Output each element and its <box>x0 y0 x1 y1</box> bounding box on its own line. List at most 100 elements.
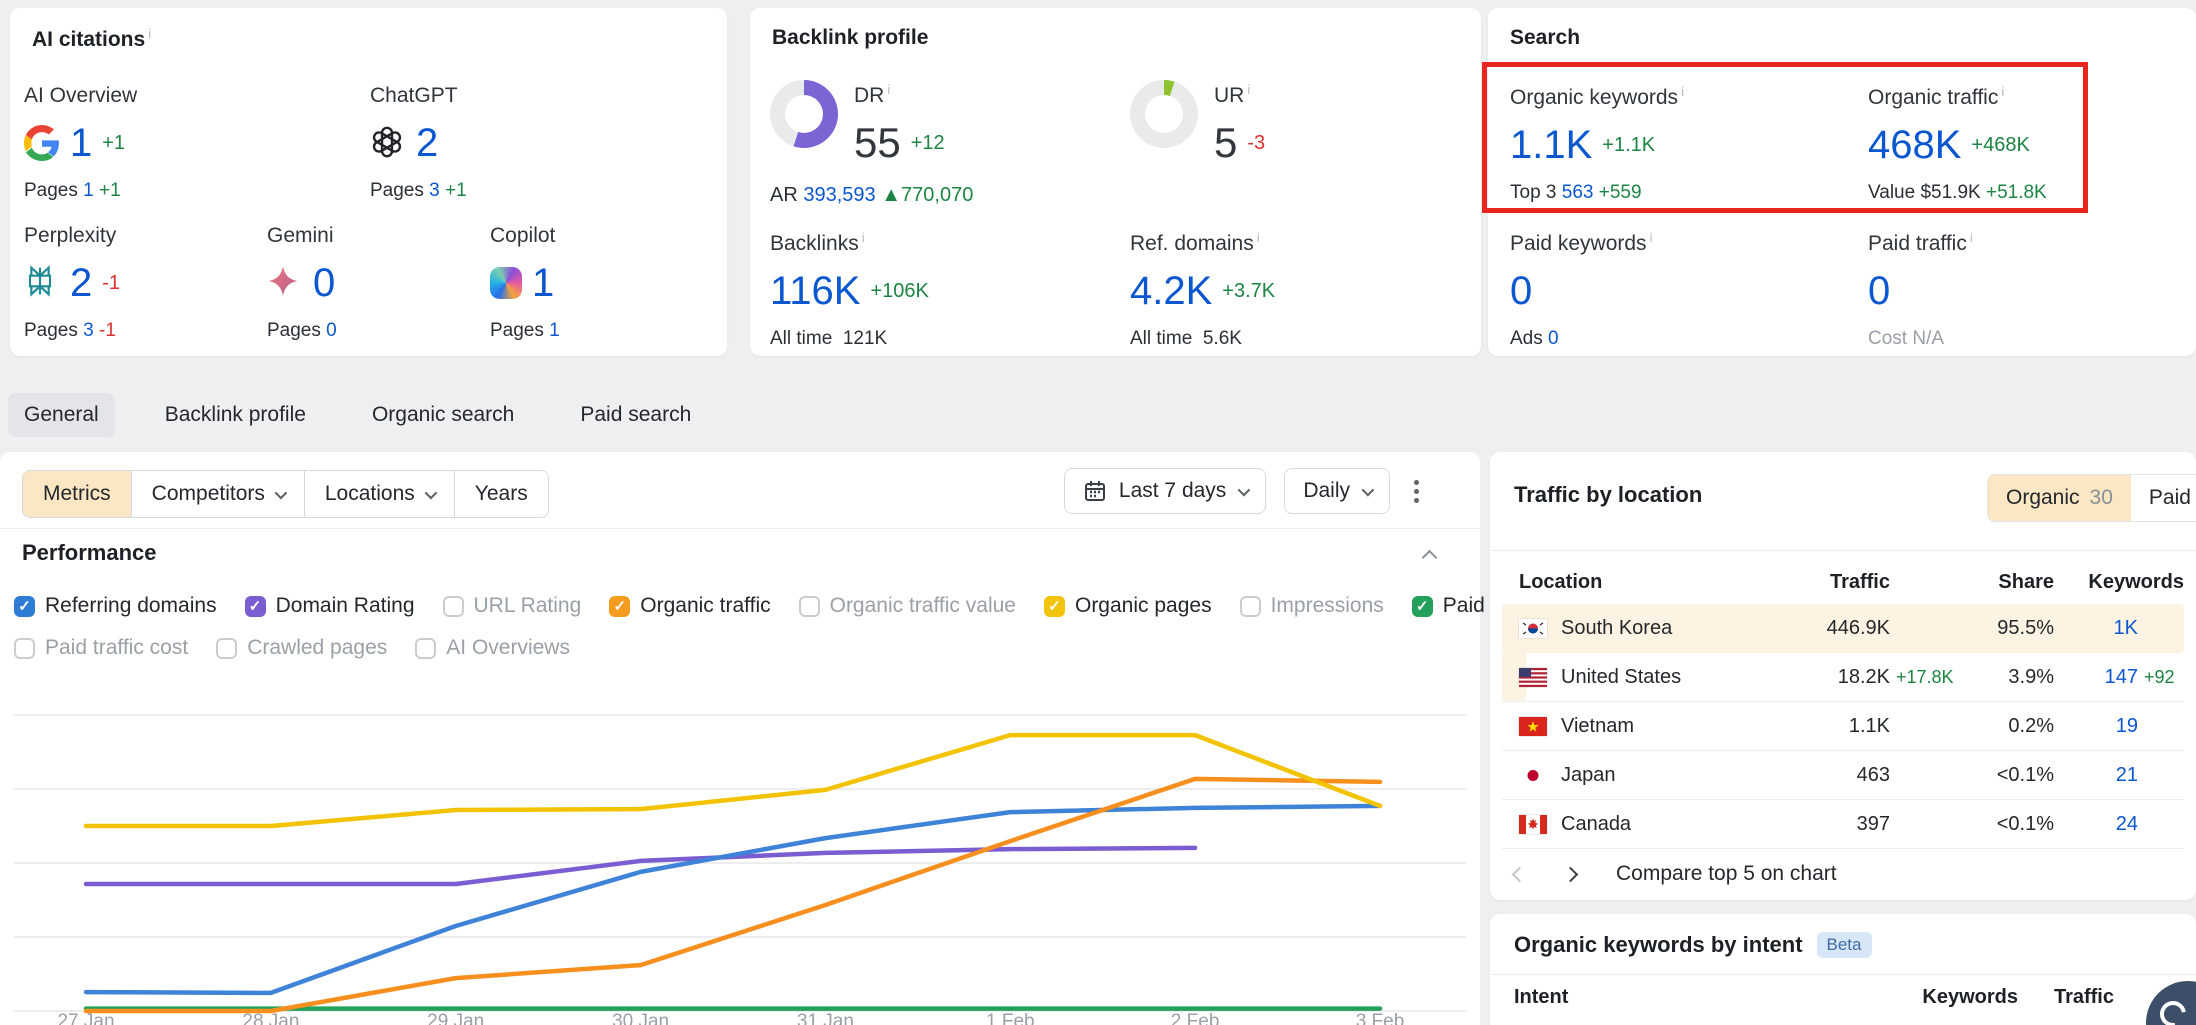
organic-keywords-value[interactable]: 1.1K <box>1510 123 1592 168</box>
chatgpt-value[interactable]: 2 <box>416 121 438 166</box>
checkbox-icon: ✓ <box>609 596 630 617</box>
ai-citations-card: AI citationsi AI Overview 1 +1 Pages 1 +… <box>10 8 727 356</box>
checkbox-organic-traffic[interactable]: ✓Organic traffic <box>609 594 770 618</box>
section-tabs: General Backlink profile Organic search … <box>8 393 707 437</box>
checkbox-icon: ✓ <box>245 596 266 617</box>
checkbox-impressions[interactable]: Impressions <box>1240 594 1384 618</box>
metrics-filter-button[interactable]: Metrics <box>23 471 131 517</box>
info-icon[interactable]: i <box>862 230 865 245</box>
google-g-icon <box>24 125 60 161</box>
chevron-down-icon <box>1362 483 1375 496</box>
competitors-filter-button[interactable]: Competitors <box>131 471 304 517</box>
chevron-down-icon <box>424 486 437 499</box>
overview-main-panel: Metrics Competitors Locations Years Last… <box>0 452 1480 1025</box>
organic-traffic-metric: Organic traffici 468K+468K Value $51.9K … <box>1868 84 2047 204</box>
tab-backlink-profile[interactable]: Backlink profile <box>149 393 322 437</box>
table-row-united-states[interactable]: United States 18.2K+17.8K 3.9% 147+92 <box>1502 653 2184 702</box>
info-icon[interactable]: i <box>1257 230 1260 245</box>
checkbox-icon: ✓ <box>1044 596 1065 617</box>
dr-donut <box>770 80 838 148</box>
table-row-vietnam[interactable]: Vietnam 1.1K 0.2% 19 <box>1502 702 2184 751</box>
keywords-by-intent-card: Organic keywords by intent Beta Intent K… <box>1490 914 2196 1025</box>
keywords-link[interactable]: 21 <box>2054 764 2138 787</box>
ai-overview-pages: Pages 1 +1 <box>24 180 137 202</box>
ref-domains-metric: Ref. domainsi 4.2K+3.7K All time 5.6K <box>1130 230 1275 350</box>
next-page-icon[interactable] <box>1563 866 1579 882</box>
checkbox-referring-domains[interactable]: ✓Referring domains <box>14 594 217 618</box>
perplexity-delta: -1 <box>102 272 120 295</box>
ai-overview-value[interactable]: 1 <box>70 121 92 166</box>
locations-filter-button[interactable]: Locations <box>304 471 454 517</box>
keywords-link[interactable]: 24 <box>2054 813 2138 836</box>
chevron-down-icon <box>1238 483 1251 496</box>
search-title: Search <box>1510 26 1580 50</box>
tab-paid-search[interactable]: Paid search <box>564 393 707 437</box>
info-icon[interactable]: i <box>148 26 151 41</box>
x-axis-label: 1 Feb <box>986 1011 1035 1025</box>
more-options-button[interactable] <box>1408 474 1425 509</box>
checkbox-organic-pages[interactable]: ✓Organic pages <box>1044 594 1212 618</box>
gemini-value[interactable]: 0 <box>313 261 335 306</box>
backlinks-metric: Backlinksi 116K+106K All time 121K <box>770 230 929 350</box>
collapse-chevron-icon[interactable] <box>1422 550 1438 566</box>
years-filter-button[interactable]: Years <box>454 471 548 517</box>
info-icon[interactable]: i <box>2001 84 2004 99</box>
checkbox-organic-traffic-value[interactable]: Organic traffic value <box>799 594 1016 618</box>
granularity-button[interactable]: Daily <box>1284 468 1390 514</box>
divider <box>1490 974 2196 975</box>
date-range-button[interactable]: Last 7 days <box>1064 468 1266 514</box>
keywords-link[interactable]: 19 <box>2054 715 2138 738</box>
chevron-down-icon <box>274 486 287 499</box>
x-axis-label: 31 Jan <box>797 1011 854 1025</box>
perplexity-value[interactable]: 2 <box>70 261 92 306</box>
table-row-south-korea[interactable]: South Korea 446.9K 95.5% 1K <box>1502 604 2184 653</box>
ur-metric: URi 5-3 <box>1214 82 1265 168</box>
table-row-japan[interactable]: Japan 463 <0.1% 21 <box>1502 751 2184 800</box>
organic-keywords-metric: Organic keywordsi 1.1K+1.1K Top 3 563 +5… <box>1510 84 1684 204</box>
info-icon[interactable]: i <box>1247 82 1250 97</box>
ar-value[interactable]: 393,593 <box>803 184 875 206</box>
paid-traffic-value[interactable]: 0 <box>1868 269 1890 314</box>
info-icon[interactable]: i <box>887 82 890 97</box>
chart-line-organic-traffic <box>86 779 1380 1011</box>
ref-domains-value[interactable]: 4.2K <box>1130 269 1212 314</box>
checkbox-ai-overviews[interactable]: AI Overviews <box>415 636 570 660</box>
checkbox-paid-traffic-cost[interactable]: Paid traffic cost <box>14 636 188 660</box>
compare-top5-link[interactable]: Compare top 5 on chart <box>1616 862 1837 886</box>
divider <box>0 528 1480 529</box>
checkbox-url-rating[interactable]: URL Rating <box>443 594 582 618</box>
ar-row: AR 393,593 ▲770,070 <box>770 184 973 207</box>
info-icon[interactable]: i <box>1970 230 1973 245</box>
info-icon[interactable]: i <box>1681 84 1684 99</box>
keywords-link[interactable]: 147 <box>2054 666 2138 689</box>
flag-south-korea-icon <box>1519 619 1547 638</box>
keywords-link[interactable]: 1K <box>2054 617 2138 640</box>
info-icon[interactable]: i <box>1650 230 1653 245</box>
checkbox-icon <box>799 596 820 617</box>
perplexity-pages: Pages 3 -1 <box>24 320 120 342</box>
performance-chart[interactable]: 27 Jan28 Jan29 Jan30 Jan31 Jan1 Feb2 Feb… <box>0 660 1480 1025</box>
x-axis-label: 27 Jan <box>57 1011 114 1025</box>
organic-traffic-value[interactable]: 468K <box>1868 123 1961 168</box>
copilot-metric: Copilot 1 Pages 1 <box>490 224 560 342</box>
x-axis-label: 2 Feb <box>1171 1011 1220 1025</box>
backlinks-value[interactable]: 116K <box>770 269 860 314</box>
checkbox-crawled-pages[interactable]: Crawled pages <box>216 636 387 660</box>
perplexity-icon <box>24 265 60 301</box>
toggle-organic[interactable]: Organic30 <box>1988 475 2131 521</box>
chart-line-referring-domains <box>86 806 1380 993</box>
copilot-value[interactable]: 1 <box>532 261 554 306</box>
gemini-icon <box>267 265 303 301</box>
checkbox-icon <box>443 596 464 617</box>
chart-controls: Last 7 days Daily <box>1064 468 1425 514</box>
paid-keywords-value[interactable]: 0 <box>1510 269 1532 314</box>
flag-vietnam-icon <box>1519 717 1547 736</box>
tab-organic-search[interactable]: Organic search <box>356 393 530 437</box>
copilot-pages: Pages 1 <box>490 320 560 342</box>
location-table-body: South Korea 446.9K 95.5% 1K United State… <box>1502 604 2184 849</box>
table-row-canada[interactable]: Canada 397 <0.1% 24 <box>1502 800 2184 849</box>
checkbox-domain-rating[interactable]: ✓Domain Rating <box>245 594 415 618</box>
prev-page-icon[interactable] <box>1512 866 1528 882</box>
tab-general[interactable]: General <box>8 393 115 437</box>
toggle-paid[interactable]: Paid0 <box>2131 475 2196 521</box>
